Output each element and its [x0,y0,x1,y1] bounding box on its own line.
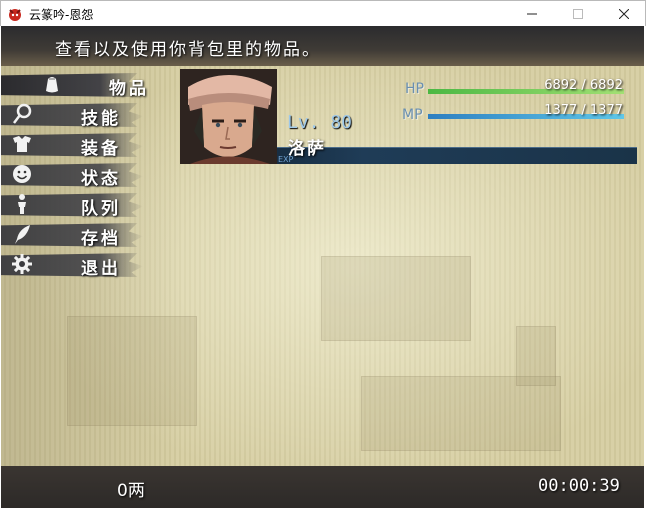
feather-quill-icon [15,225,30,244]
menu-item-label: 技能 [81,109,121,129]
menu-item-label: 存档 [81,229,121,249]
app-icon [9,9,21,21]
maximize-icon [573,9,583,19]
window-titlebar[interactable]: 云篆吟-恩怨 [0,0,646,26]
help-text: 查看以及使用你背包里的物品。 [55,40,321,60]
menu-item-label: 物品 [109,79,149,99]
map-building [361,376,561,451]
person-icon [18,194,26,214]
gold-amount: 0两 [117,481,145,501]
hp-value: 6892 / 6892 [544,78,623,93]
close-icon [618,8,630,20]
menu-item-equip[interactable]: 装备 [1,131,161,159]
menu-item-save[interactable]: 存档 [1,221,161,249]
menu-item-label: 退出 [81,259,121,279]
gear-icon [12,254,32,274]
map-building [321,256,471,341]
menu-item-status[interactable]: 状态 [1,161,161,189]
menu-item-label: 队列 [81,199,121,219]
map-building [67,316,197,426]
actor-level: Lv. 80 [287,112,353,133]
play-time: 00:00:39 [538,476,620,496]
window-title: 云篆吟-恩怨 [29,8,94,22]
smiley-face-icon [13,165,31,183]
close-button[interactable] [601,1,646,27]
menu-item-formation[interactable]: 队列 [1,191,161,219]
minimize-icon [527,13,537,15]
armor-icon [13,136,31,152]
actor-face-portrait [180,69,277,164]
menu-item-skills[interactable]: 技能 [1,101,161,129]
help-window: 查看以及使用你背包里的物品。 [1,26,644,66]
bag-icon [46,77,58,93]
footer-bar: 0两 00:00:39 [1,466,644,508]
maximize-button[interactable] [555,1,601,27]
mp-value: 1377 / 1377 [544,103,623,118]
actor-name: 洛萨 [288,139,326,159]
minimize-button[interactable] [509,1,555,27]
hp-label: HP [405,81,424,97]
menu-item-label: 状态 [81,169,121,189]
game-screen: 查看以及使用你背包里的物品。 物品 技能 装备 状态 队列 存档 退出 Lv. … [1,26,644,508]
map-building [516,326,556,386]
menu-item-label: 装备 [81,139,121,159]
mp-label: MP [402,107,423,123]
menu-item-exit[interactable]: 退出 [1,251,161,279]
magic-wand-icon [13,103,32,124]
menu-item-items[interactable]: 物品 [1,71,161,99]
exp-label: EXP [278,155,294,164]
